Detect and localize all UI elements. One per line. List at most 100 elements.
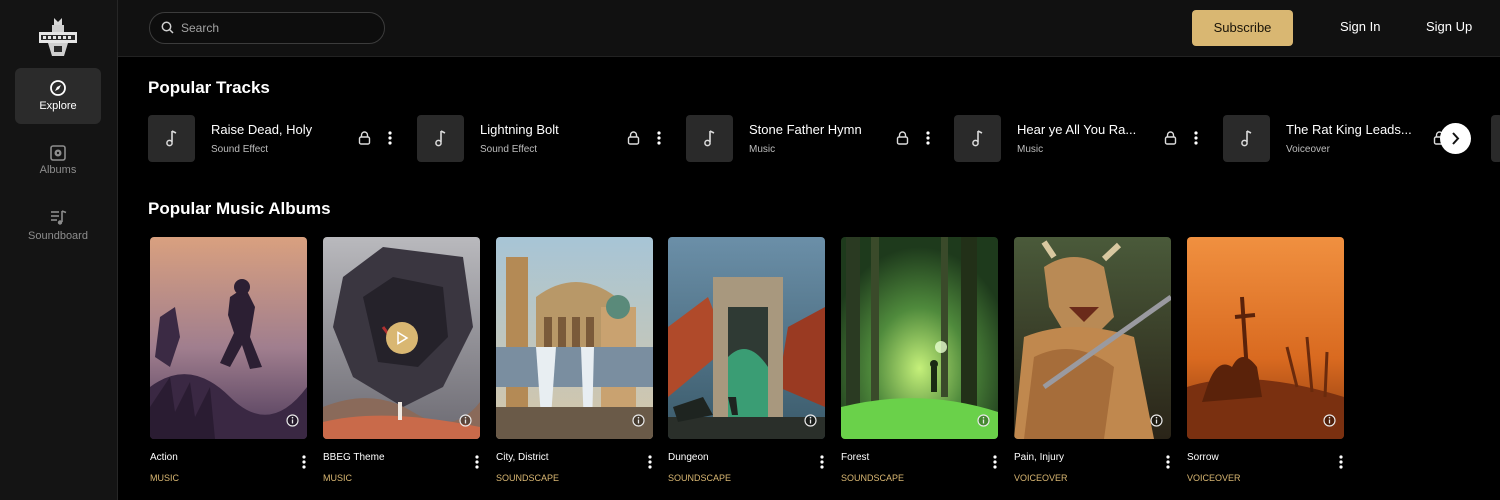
play-icon	[397, 331, 409, 345]
album-cover-image	[1187, 237, 1344, 439]
album-card[interactable]: City, District SOUNDSCAPE	[496, 237, 654, 487]
more-options-icon[interactable]	[302, 455, 306, 469]
album-title[interactable]: Pain, Injury	[1014, 452, 1064, 463]
search-box[interactable]	[149, 12, 385, 44]
track-title[interactable]: Lightning Bolt	[480, 122, 559, 137]
track-type: Sound Effect	[211, 144, 269, 155]
album-cover[interactable]	[150, 237, 307, 439]
track-title[interactable]: Raise Dead, Holy	[211, 122, 312, 137]
track-title[interactable]: Hear ye All You Ra...	[1017, 122, 1136, 137]
track-item[interactable]: Hear ye All You Ra... Music	[954, 115, 1222, 163]
album-cover[interactable]	[668, 237, 825, 439]
info-icon[interactable]	[977, 414, 990, 427]
chevron-right-icon	[1452, 132, 1460, 145]
track-thumbnail[interactable]	[417, 115, 464, 162]
track-title[interactable]: Stone Father Hymn	[749, 122, 862, 137]
track-item[interactable]: Lightning Bolt Sound Effect	[417, 115, 685, 163]
track-thumb-partial	[1491, 115, 1500, 162]
album-cover[interactable]	[496, 237, 653, 439]
album-title[interactable]: BBEG Theme	[323, 452, 385, 463]
lock-icon	[896, 131, 909, 145]
album-category: SOUNDSCAPE	[841, 473, 905, 483]
album-title[interactable]: Sorrow	[1187, 452, 1219, 463]
track-thumbnail[interactable]	[1223, 115, 1270, 162]
album-cover[interactable]	[1187, 237, 1344, 439]
more-options-icon[interactable]	[648, 455, 652, 469]
more-options-icon[interactable]	[1166, 455, 1170, 469]
track-thumbnail[interactable]	[954, 115, 1001, 162]
sign-up-link[interactable]: Sign Up	[1426, 19, 1472, 34]
more-options-icon[interactable]	[1339, 455, 1343, 469]
info-icon[interactable]	[286, 414, 299, 427]
track-title[interactable]: The Rat King Leads...	[1286, 122, 1412, 137]
popular-albums-heading: Popular Music Albums	[148, 199, 331, 218]
album-title[interactable]: Action	[150, 452, 178, 463]
album-cover-image	[841, 237, 998, 439]
track-item[interactable]: Stone Father Hymn Music	[686, 115, 954, 163]
album-card[interactable]: BBEG Theme MUSIC	[323, 237, 481, 487]
album-title[interactable]: Forest	[841, 452, 869, 463]
sidebar-item-label: Albums	[39, 164, 77, 176]
popular-tracks-heading: Popular Tracks	[148, 78, 270, 97]
album-card[interactable]: Pain, Injury VOICEOVER	[1014, 237, 1172, 487]
track-type: Music	[1017, 144, 1044, 155]
play-button[interactable]	[386, 322, 418, 354]
more-options-icon[interactable]	[475, 455, 479, 469]
album-card[interactable]: Forest SOUNDSCAPE	[841, 237, 999, 487]
track-thumbnail[interactable]	[686, 115, 733, 162]
sidebar-item-label: Explore	[39, 100, 77, 112]
logo[interactable]	[36, 16, 80, 58]
album-cover-image	[496, 237, 653, 439]
music-note-icon	[972, 130, 983, 147]
search-icon	[161, 21, 174, 34]
track-thumbnail[interactable]	[148, 115, 195, 162]
album-card[interactable]: Sorrow VOICEOVER	[1187, 237, 1345, 487]
track-item[interactable]: Raise Dead, Holy Sound Effect	[148, 115, 416, 163]
album-card[interactable]: Dungeon SOUNDSCAPE	[668, 237, 826, 487]
lock-icon	[358, 131, 371, 145]
more-options-icon[interactable]	[1194, 131, 1198, 145]
album-cover-image	[668, 237, 825, 439]
track-type: Voiceover	[1286, 144, 1330, 155]
music-note-icon	[435, 130, 446, 147]
more-options-icon[interactable]	[993, 455, 997, 469]
album-cover[interactable]	[1014, 237, 1171, 439]
info-icon[interactable]	[804, 414, 817, 427]
music-note-icon	[704, 130, 715, 147]
album-category: SOUNDSCAPE	[496, 473, 560, 483]
track-type: Music	[749, 144, 776, 155]
subscribe-button[interactable]: Subscribe	[1192, 10, 1293, 46]
album-cover[interactable]	[323, 237, 480, 439]
soundboard-icon	[51, 210, 67, 225]
album-title[interactable]: Dungeon	[668, 452, 709, 463]
music-note-icon	[166, 130, 177, 147]
info-icon[interactable]	[459, 414, 472, 427]
info-icon[interactable]	[1150, 414, 1163, 427]
album-cover-image	[1014, 237, 1171, 439]
search-input[interactable]	[181, 13, 376, 43]
info-icon[interactable]	[1323, 414, 1336, 427]
sidebar-item-explore[interactable]: Explore	[15, 68, 101, 124]
album-category: VOICEOVER	[1014, 473, 1068, 483]
more-options-icon[interactable]	[657, 131, 661, 145]
top-bar: Subscribe Sign In Sign Up	[118, 0, 1500, 57]
lock-icon	[1164, 131, 1177, 145]
album-icon	[50, 145, 66, 161]
sidebar-item-soundboard[interactable]: Soundboard	[15, 200, 101, 256]
next-tracks-button[interactable]	[1440, 123, 1471, 154]
album-cover[interactable]	[841, 237, 998, 439]
sidebar-item-label: Soundboard	[28, 230, 88, 242]
album-title[interactable]: City, District	[496, 452, 549, 463]
music-note-icon	[1241, 130, 1252, 147]
more-options-icon[interactable]	[820, 455, 824, 469]
sign-in-link[interactable]: Sign In	[1340, 19, 1380, 34]
sidebar-item-albums[interactable]: Albums	[15, 134, 101, 190]
lock-icon	[627, 131, 640, 145]
compass-icon	[50, 80, 66, 96]
info-icon[interactable]	[632, 414, 645, 427]
album-category: MUSIC	[150, 473, 179, 483]
more-options-icon[interactable]	[388, 131, 392, 145]
album-card[interactable]: Action MUSIC	[150, 237, 308, 487]
more-options-icon[interactable]	[926, 131, 930, 145]
sidebar: Explore Albums Soundboard	[0, 0, 118, 500]
